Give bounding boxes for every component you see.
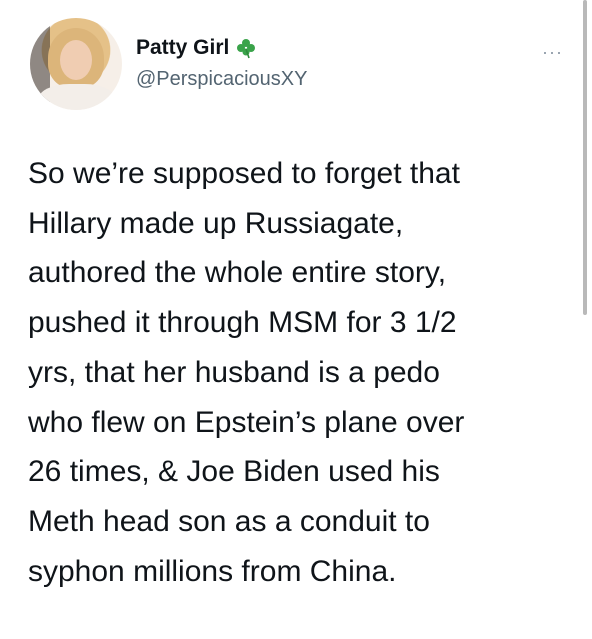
more-dots-icon[interactable]: ··· — [542, 42, 563, 63]
scrollbar[interactable] — [583, 0, 587, 315]
tweet-line: who flew on Epstein’s plane over — [28, 405, 465, 439]
tweet-line: authored the whole entire story, — [28, 256, 447, 290]
display-name[interactable]: Patty Girl — [136, 36, 229, 60]
tweet-line: yrs, that her husband is a pedo — [28, 355, 440, 389]
tweet-card: Patty Girl @PerspicaciousXY ··· So we’re… — [0, 0, 592, 639]
tweet-line: syphon millions from China. — [28, 554, 397, 588]
shamrock-icon — [235, 37, 257, 59]
author-handle[interactable]: @PerspicaciousXY — [136, 68, 307, 91]
tweet-line: 26 times, & Joe Biden used his — [28, 455, 440, 489]
tweet-line: pushed it through MSM for 3 1/2 — [28, 306, 457, 340]
tweet-line: Meth head son as a conduit to — [28, 504, 430, 538]
tweet-line: Hillary made up Russiagate, — [28, 206, 404, 240]
tweet-text: So we’re supposed to forget that Hillary… — [28, 149, 568, 596]
tweet-line: So we’re supposed to forget that — [28, 157, 460, 190]
author-name-row[interactable]: Patty Girl — [136, 36, 257, 60]
avatar[interactable] — [30, 18, 122, 110]
avatar-face — [60, 40, 92, 80]
avatar-shirt — [38, 84, 116, 110]
